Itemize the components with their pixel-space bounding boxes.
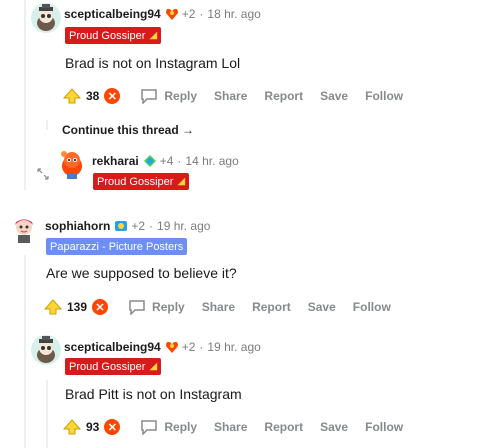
save-button[interactable]: Save <box>308 300 336 314</box>
share-button[interactable]: Share <box>202 300 235 314</box>
comment-actions: 38 ✕ Reply Share Report Save Follow <box>63 84 403 108</box>
comment-header: sophiahorn +2 · 19 hr. ago <box>45 219 210 233</box>
save-button[interactable]: Save <box>320 89 348 103</box>
username[interactable]: scepticalbeing94 <box>64 340 161 354</box>
continue-thread-link[interactable]: Continue this thread → <box>62 123 194 137</box>
comment-body: Brad is not on Instagram Lol <box>65 55 241 71</box>
user-flair: Proud Gossiper ◢ <box>65 27 162 44</box>
award-count: +2 <box>181 340 196 354</box>
username[interactable]: rekharai <box>92 154 139 168</box>
thread-line[interactable] <box>24 255 26 448</box>
upvote-icon[interactable] <box>63 87 81 105</box>
comment-body: Brad Pitt is not on Instagram <box>65 386 242 402</box>
user-flair: Proud Gossiper ◢ <box>93 173 190 190</box>
share-button[interactable]: Share <box>214 420 247 434</box>
avatar[interactable] <box>8 213 40 245</box>
award-icon[interactable] <box>165 340 179 354</box>
thread-line[interactable] <box>46 380 48 448</box>
user-flair: Proud Gossiper ◢ <box>65 358 162 375</box>
avatar[interactable] <box>56 148 88 180</box>
save-button[interactable]: Save <box>320 420 348 434</box>
award-icon[interactable] <box>143 154 157 168</box>
avatar[interactable] <box>30 334 62 366</box>
report-button[interactable]: Report <box>264 89 303 103</box>
award-count: +2 <box>181 7 196 21</box>
report-button[interactable]: Report <box>252 300 291 314</box>
award-count: +4 <box>159 154 174 168</box>
follow-button[interactable]: Follow <box>365 420 403 434</box>
follow-button[interactable]: Follow <box>353 300 391 314</box>
upvote-icon[interactable] <box>63 418 81 436</box>
avatar[interactable] <box>30 2 62 34</box>
flair-label: Proud Gossiper <box>69 360 146 373</box>
username[interactable]: scepticalbeing94 <box>64 7 161 21</box>
downvote-icon[interactable]: ✕ <box>104 88 121 104</box>
reply-button[interactable]: Reply <box>140 88 197 104</box>
expand-icon[interactable] <box>36 167 50 181</box>
share-button[interactable]: Share <box>214 89 247 103</box>
comment-header: scepticalbeing94 +2 · 19 hr. ago <box>64 340 261 354</box>
separator: · <box>199 7 204 21</box>
flair-label: Proud Gossiper <box>97 175 174 188</box>
award-count: +2 <box>131 219 146 233</box>
flair-label: Proud Gossiper <box>69 29 146 42</box>
comment-actions: 139 ✕ Reply Share Report Save Follow <box>44 295 391 319</box>
separator: · <box>149 219 154 233</box>
comment-header: scepticalbeing94 +2 · 18 hr. ago <box>64 7 261 21</box>
vote-score: 38 <box>86 89 100 103</box>
comment-header: rekharai +4 · 14 hr. ago <box>92 154 239 168</box>
megaphone-icon: ◢ <box>149 361 158 372</box>
flair-label: Paparazzi - Picture Posters <box>50 240 184 253</box>
reply-label: Reply <box>164 420 198 434</box>
comment-icon <box>141 420 158 435</box>
vote-score: 139 <box>67 300 88 314</box>
user-flair: Paparazzi - Picture Posters <box>46 238 188 255</box>
comment-icon <box>129 300 145 315</box>
comment-icon <box>141 89 158 104</box>
separator: · <box>177 154 182 168</box>
downvote-icon[interactable]: ✕ <box>92 299 109 315</box>
continue-thread-label: Continue this thread <box>62 123 179 137</box>
username[interactable]: sophiahorn <box>45 219 110 233</box>
upvote-icon[interactable] <box>44 298 62 316</box>
award-icon[interactable] <box>114 219 128 233</box>
reply-label: Reply <box>164 89 198 103</box>
reply-button[interactable]: Reply <box>128 299 185 315</box>
award-icon[interactable] <box>165 7 179 21</box>
thread-line[interactable] <box>24 0 26 190</box>
separator: · <box>199 340 204 354</box>
reply-button[interactable]: Reply <box>140 419 197 435</box>
thread-line[interactable] <box>46 120 48 130</box>
timestamp[interactable]: 14 hr. ago <box>185 154 238 168</box>
timestamp[interactable]: 19 hr. ago <box>207 340 260 354</box>
timestamp[interactable]: 18 hr. ago <box>207 7 260 21</box>
megaphone-icon: ◢ <box>149 30 158 41</box>
arrow-right-icon: → <box>182 123 195 137</box>
downvote-icon[interactable]: ✕ <box>104 419 121 435</box>
comment-body: Are we supposed to believe it? <box>46 265 237 281</box>
megaphone-icon: ◢ <box>177 176 186 187</box>
vote-score: 93 <box>86 420 100 434</box>
follow-button[interactable]: Follow <box>365 89 403 103</box>
report-button[interactable]: Report <box>264 420 303 434</box>
reply-label: Reply <box>152 300 185 314</box>
timestamp[interactable]: 19 hr. ago <box>157 219 210 233</box>
comment-actions: 93 ✕ Reply Share Report Save Follow <box>63 415 403 439</box>
